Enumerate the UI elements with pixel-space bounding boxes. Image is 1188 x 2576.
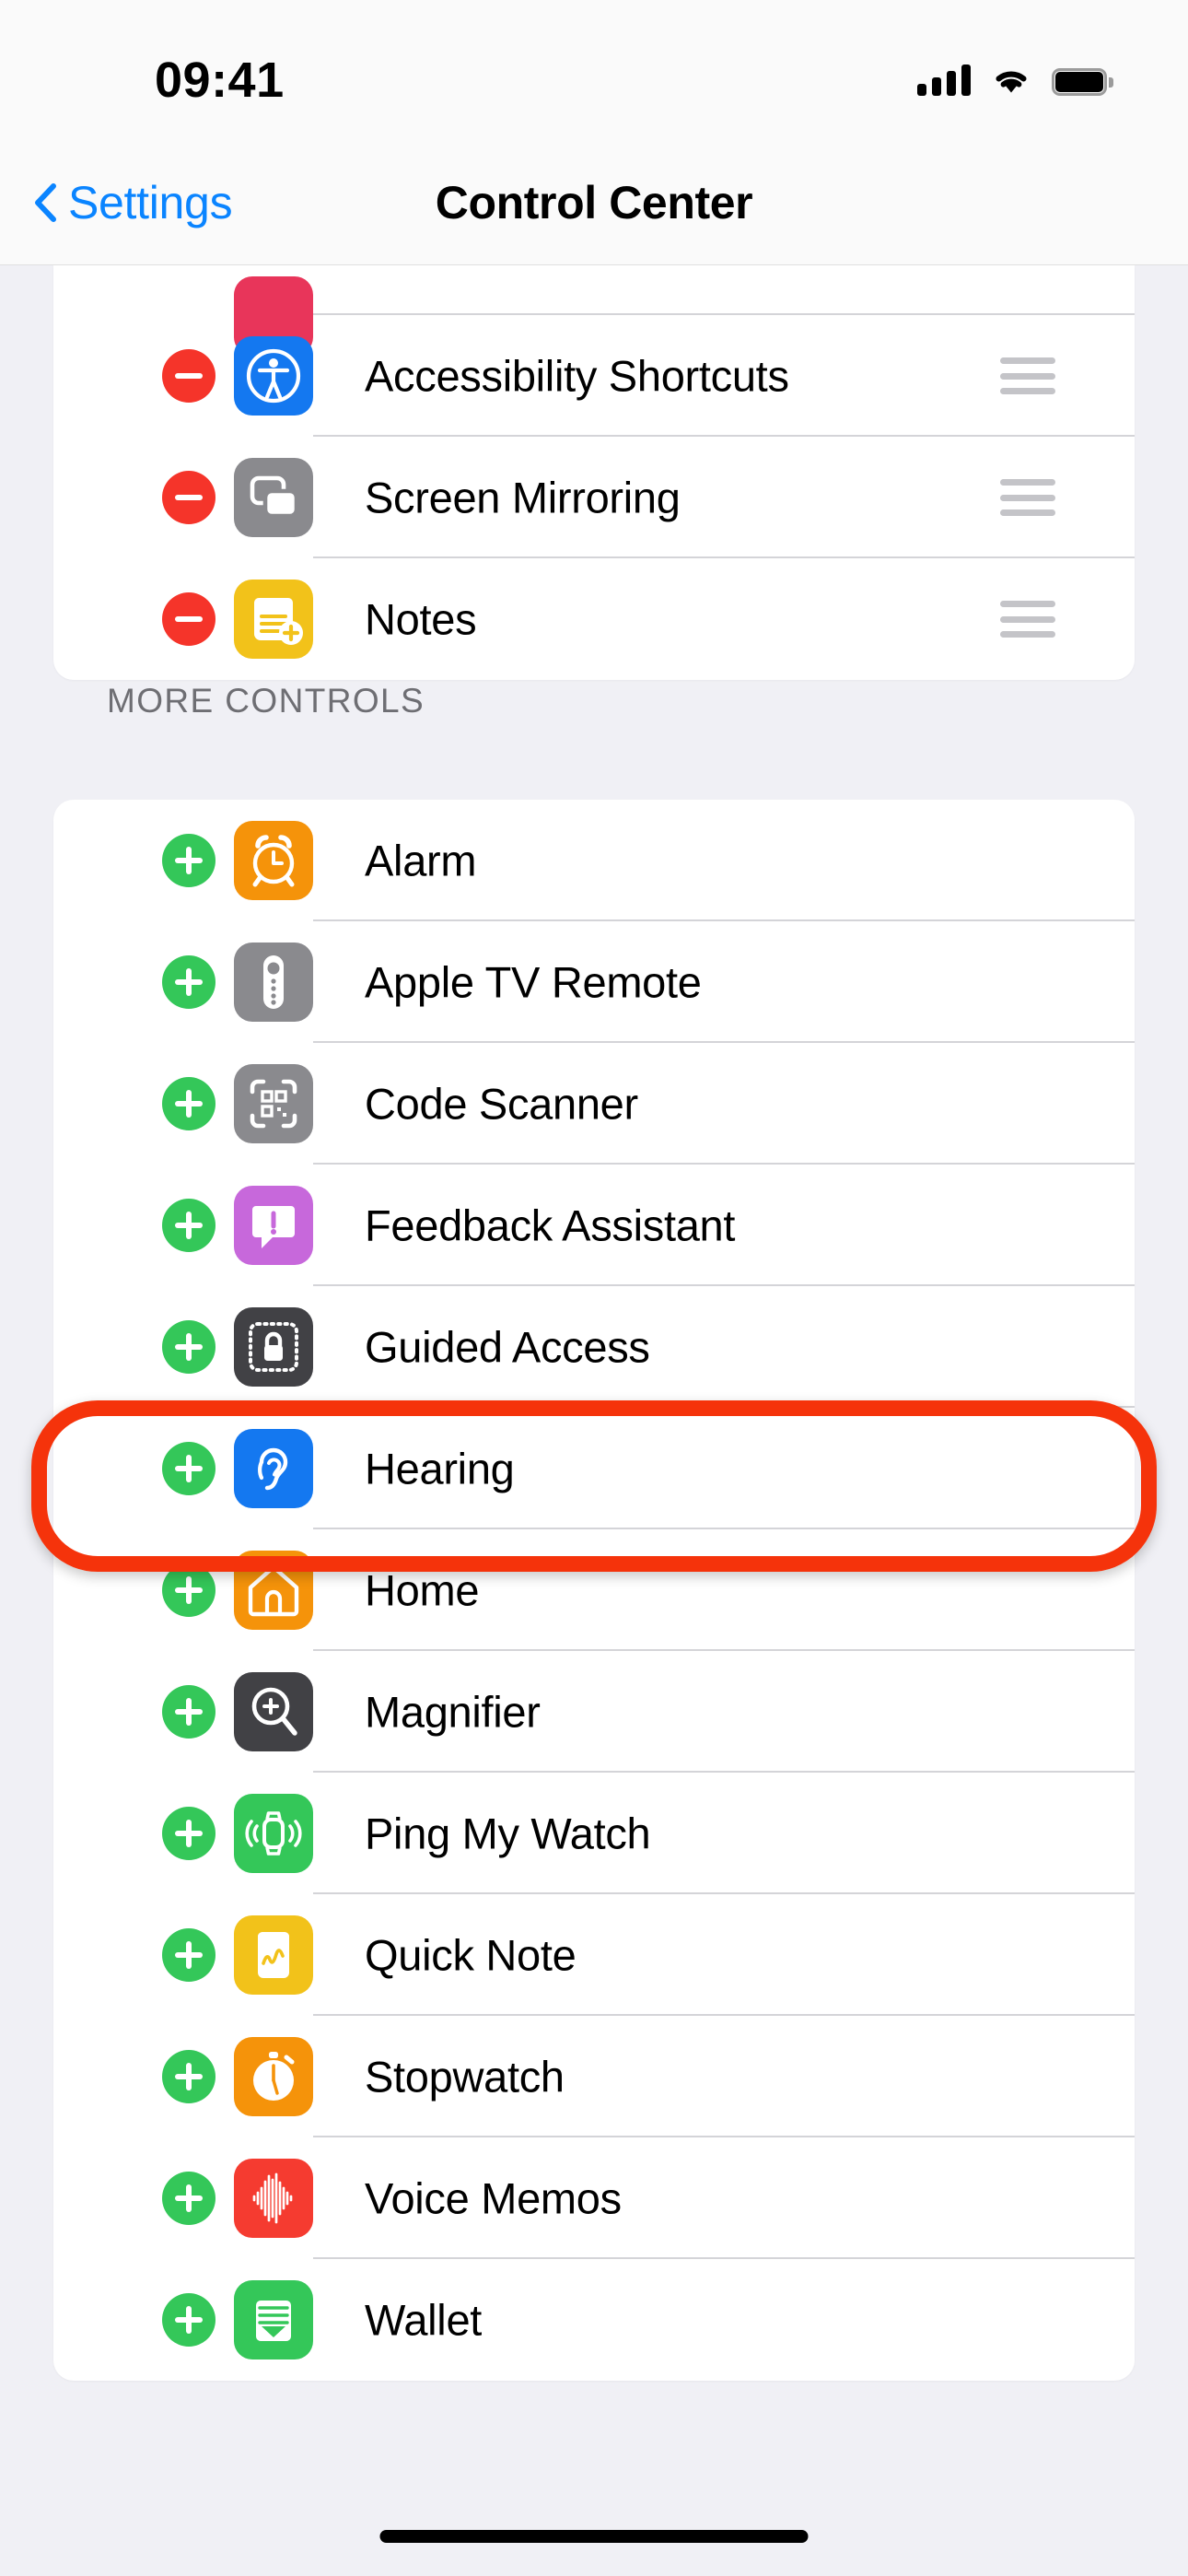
row-label: Stopwatch [365, 2052, 565, 2102]
row-label: Guided Access [365, 1322, 650, 1372]
plus-circle-icon[interactable] [162, 2172, 215, 2225]
row-label: Magnifier [365, 1687, 541, 1737]
plus-circle-icon[interactable] [162, 1077, 215, 1130]
accessibility-icon [234, 336, 313, 416]
plus-circle-icon[interactable] [162, 1685, 215, 1739]
settings-scroll-content[interactable]: Accessibility Shortcuts Screen Mirroring [0, 265, 1188, 2576]
row-label: Home [365, 1565, 480, 1615]
wifi-icon [996, 71, 1027, 93]
screen-mirroring-icon [234, 458, 313, 537]
row-label: Feedback Assistant [365, 1200, 736, 1250]
status-bar-indicators [917, 55, 1113, 96]
battery-full-icon [1052, 68, 1113, 96]
magnifier-icon [234, 1672, 313, 1751]
home-indicator [379, 2530, 809, 2543]
plus-circle-icon[interactable] [162, 1320, 215, 1374]
iphone-screen: 09:41 Settings Control Center Accessibil… [0, 0, 1188, 2576]
wallet-icon [234, 2280, 313, 2359]
guided-access-icon [234, 1307, 313, 1387]
row-label: Wallet [365, 2295, 483, 2345]
row-label: Ping My Watch [365, 1809, 651, 1858]
status-bar-time: 09:41 [155, 53, 285, 108]
ping-my-watch-icon [234, 1794, 313, 1873]
table-row[interactable]: Wallet [53, 2259, 1135, 2381]
code-scanner-icon [234, 1064, 313, 1143]
plus-circle-icon[interactable] [162, 2050, 215, 2103]
table-row[interactable]: Apple TV Remote [53, 921, 1135, 1043]
row-label: Code Scanner [365, 1079, 638, 1129]
row-label: Screen Mirroring [365, 473, 681, 522]
notes-icon [234, 580, 313, 659]
plus-circle-icon[interactable] [162, 1199, 215, 1252]
table-row[interactable]: Magnifier [53, 1651, 1135, 1773]
home-house-icon [234, 1551, 313, 1630]
status-bar: 09:41 [0, 0, 1188, 140]
table-row[interactable]: Feedback Assistant [53, 1165, 1135, 1286]
row-label: Apple TV Remote [365, 957, 702, 1007]
table-row[interactable] [53, 265, 1135, 356]
table-row[interactable]: Ping My Watch [53, 1773, 1135, 1894]
row-label: Hearing [365, 1444, 515, 1493]
table-row[interactable]: Home [53, 1529, 1135, 1651]
quick-note-icon [234, 1915, 313, 1995]
minus-circle-icon[interactable] [162, 592, 215, 646]
navigation-bar: Settings Control Center [0, 140, 1188, 265]
page-title: Control Center [435, 177, 753, 228]
table-row[interactable]: Guided Access [53, 1286, 1135, 1408]
drag-handle-icon[interactable] [1000, 479, 1055, 516]
plus-circle-icon[interactable] [162, 955, 215, 1009]
table-row[interactable]: Code Scanner [53, 1043, 1135, 1165]
more-controls-header: MORE CONTROLS [107, 682, 425, 720]
plus-circle-icon[interactable] [162, 2293, 215, 2347]
row-label: Voice Memos [365, 2173, 622, 2223]
plus-circle-icon[interactable] [162, 1563, 215, 1617]
table-row-hearing[interactable]: Hearing [53, 1408, 1135, 1529]
hearing-ear-icon [234, 1429, 313, 1508]
cellular-signal-icon [917, 64, 971, 96]
row-label: Accessibility Shortcuts [365, 351, 789, 401]
row-label: Quick Note [365, 1930, 577, 1980]
included-controls-card: Accessibility Shortcuts Screen Mirroring [53, 265, 1135, 680]
voice-memos-icon [234, 2159, 313, 2238]
table-row[interactable]: Notes [53, 558, 1135, 680]
table-row[interactable]: Voice Memos [53, 2137, 1135, 2259]
feedback-assistant-icon [234, 1186, 313, 1265]
row-label: Alarm [365, 836, 477, 885]
drag-handle-icon[interactable] [1000, 601, 1055, 638]
table-row[interactable]: Screen Mirroring [53, 437, 1135, 558]
table-row[interactable]: Accessibility Shortcuts [53, 315, 1135, 437]
minus-circle-icon[interactable] [162, 349, 215, 403]
plus-circle-icon[interactable] [162, 1807, 215, 1860]
stopwatch-icon [234, 2037, 313, 2116]
table-row[interactable]: Quick Note [53, 1894, 1135, 2016]
plus-circle-icon[interactable] [162, 1928, 215, 1982]
table-row[interactable]: Alarm [53, 800, 1135, 921]
minus-circle-icon[interactable] [162, 471, 215, 524]
plus-circle-icon[interactable] [162, 1442, 215, 1495]
apple-tv-remote-icon [234, 943, 313, 1022]
alarm-clock-icon [234, 821, 313, 900]
row-label: Notes [365, 594, 477, 644]
plus-circle-icon[interactable] [162, 834, 215, 887]
drag-handle-icon[interactable] [1000, 357, 1055, 394]
table-row[interactable]: Stopwatch [53, 2016, 1135, 2137]
more-controls-card: Alarm Apple TV Remote Code Scanner Feedb… [53, 800, 1135, 2381]
